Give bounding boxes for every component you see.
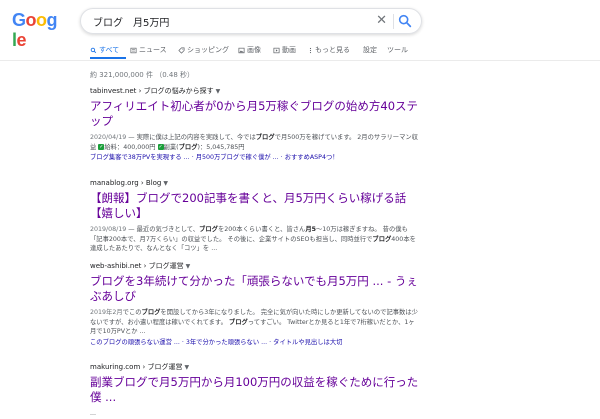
header-divider [0, 60, 600, 61]
result-snippet: 2020/04/19 — 実際に僕は上記の内容を実践して、今ではブログで月500… [90, 134, 418, 151]
result-url: tabinvest.net › ブログの悩みから探す [90, 87, 214, 95]
result-title[interactable]: 【朗報】ブログで200記事を書くと、月5万円くらい稼げる話【嬉しい】 [90, 191, 420, 221]
search-result: tabinvest.net › ブログの悩みから探す ▼ アフィリエイト初心者が0… [90, 86, 420, 162]
search-icon [90, 47, 97, 53]
result-cite[interactable]: manablog.org › Blog ▼ [90, 178, 420, 189]
logo-letter: o [36, 10, 47, 30]
result-snippet: 2019/08/19 — 最近の気づきとして、ブログを200本くらい書くと、皆さ… [90, 226, 416, 252]
tab-label: 画像 [247, 46, 261, 54]
result-stats: 約 321,000,000 件 （0.48 秒） [90, 71, 195, 79]
result-cite[interactable]: tabinvest.net › ブログの悩みから探す ▼ [90, 86, 420, 97]
result-date: 2020/04/19 [90, 134, 127, 141]
chevron-down-icon[interactable]: ▼ [163, 180, 168, 187]
result-url: makuring.com › ブログ運営 [90, 363, 183, 371]
tab-label: ツール [387, 46, 408, 54]
result-title[interactable]: 副業ブログで月5万円から月100万円の収益を稼ぐために行った僕 ... [90, 375, 420, 405]
search-result: web-ashibi.net › ブログ運営 ▼ ブログを3年続けて分かった「頑張… [90, 261, 420, 347]
tab-settings[interactable]: 設定 [363, 44, 377, 56]
search-box[interactable]: ブログ 月5万円 ✕ [80, 8, 422, 34]
tab-shopping[interactable]: ショッピング [178, 44, 229, 56]
logo-letter: o [25, 10, 37, 30]
search-result: manablog.org › Blog ▼ 【朗報】ブログで200記事を書くと、月… [90, 178, 420, 254]
tab-images[interactable]: 画像 [238, 44, 261, 56]
tag-icon [178, 47, 185, 54]
result-snippet-text: でこのブログを開設してから3年になりました。 完全に気が向いた時にしか更新してな… [90, 309, 418, 335]
result-snippet-text: 実際に僕は上記の内容を実践して、今ではブログで月500万を稼げています。 2月の… [90, 134, 418, 151]
result-url: manablog.org › Blog [90, 179, 162, 187]
result-snippet: 2019年2月でこのブログを開設してから3年になりました。 完全に気が向いた時に… [90, 308, 420, 337]
tab-label: 設定 [363, 46, 377, 54]
tab-label: ショッピング [187, 46, 229, 54]
tab-label: ニュース [139, 46, 167, 54]
checkmark-icon: ✓ [157, 143, 164, 150]
news-icon [130, 47, 137, 53]
logo-letter: e [16, 30, 27, 50]
result-date: 2019/08/19 [90, 226, 127, 233]
google-logo[interactable]: Google [12, 10, 60, 50]
image-icon [238, 47, 245, 53]
chevron-down-icon[interactable]: ▼ [216, 88, 221, 95]
search-icon[interactable] [397, 13, 413, 29]
result-title[interactable]: アフィリエイト初心者が0から月5万稼ぐブログの始め方40ステップ [90, 99, 420, 129]
search-result: makuring.com › ブログ運営 ▼ 副業ブログで月5万円から月100万円… [90, 362, 420, 419]
tab-videos[interactable]: 動画 [273, 44, 296, 56]
more-icon [309, 47, 312, 53]
tab-tools[interactable]: ツール [387, 44, 408, 56]
logo-letter: g [46, 10, 58, 30]
search-input[interactable]: ブログ 月5万円 [93, 14, 169, 29]
close-icon[interactable]: ✕ [376, 13, 387, 29]
tab-label: もっと見る [315, 46, 350, 54]
result-url: web-ashibi.net › ブログ運営 [90, 262, 184, 270]
active-tab-indicator [90, 57, 126, 59]
result-cite[interactable]: web-ashibi.net › ブログ運営 ▼ [90, 261, 420, 272]
search-divider [393, 14, 394, 29]
result-snippet-ellipsis: ... [90, 410, 97, 417]
chevron-down-icon[interactable]: ▼ [185, 364, 190, 371]
result-cite[interactable]: makuring.com › ブログ運営 ▼ [90, 362, 420, 373]
tab-all[interactable]: すべて [90, 44, 126, 59]
result-sitelinks[interactable]: ブログ集客で38万PVを実現する ... · 月500万ブログで稼ぐ僕が ...… [90, 153, 420, 162]
tab-more[interactable]: もっと見る [308, 44, 350, 56]
logo-letter: G [12, 10, 26, 30]
result-snippet-text: 最近の気づきとして、ブログを200本くらい書くと、皆さん月5〜10万は稼ぎますね… [90, 226, 416, 252]
checkmark-icon: ✓ [98, 143, 105, 150]
tab-news[interactable]: ニュース [130, 44, 167, 56]
result-snippet: ... [90, 409, 420, 419]
tab-label: 動画 [282, 46, 296, 54]
result-date: 2019年2月 [90, 309, 123, 316]
result-sitelinks[interactable]: このブログの頑張らない運営 ... · 3年で分かった頑張らない ... · タ… [90, 338, 420, 347]
chevron-down-icon[interactable]: ▼ [186, 263, 191, 270]
result-title[interactable]: ブログを3年続けて分かった「頑張らないでも月5万円 ... - うぇぶあしび [90, 274, 420, 304]
tab-label: すべて [99, 46, 120, 54]
play-icon [273, 47, 280, 53]
